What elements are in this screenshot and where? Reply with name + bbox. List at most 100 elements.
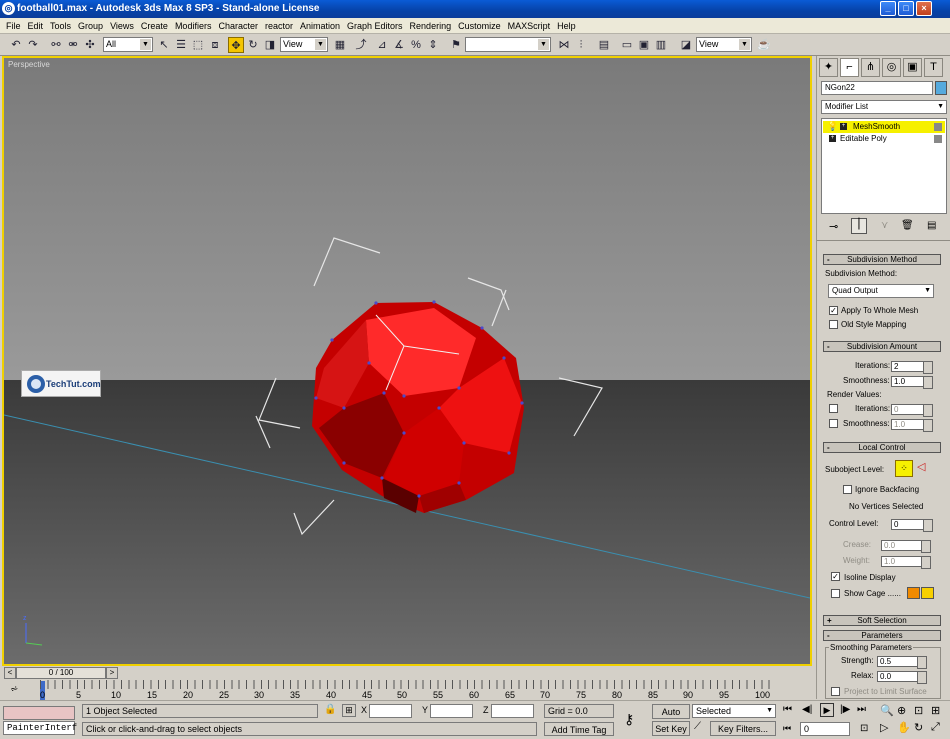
render-scene-icon[interactable]: ◪ xyxy=(678,37,694,53)
control-level-spinner[interactable]: 0 xyxy=(891,519,933,532)
subdivision-method-dropdown[interactable]: Quad Output ▼ xyxy=(828,284,934,298)
edge-subobject-icon[interactable]: ◁ xyxy=(917,460,925,473)
show-cage-checkbox[interactable] xyxy=(831,589,840,598)
time-configuration-icon[interactable]: ⊡ xyxy=(860,723,868,734)
parameters-rollout[interactable]: - Parameters xyxy=(823,630,941,641)
track-bar[interactable]: ⩫ 0 5 10 15 20 25 30 35 40 45 50 55 60 6… xyxy=(0,680,816,702)
key-mode-toggle-icon[interactable]: ⏮ xyxy=(783,723,791,734)
ignore-backfacing-checkbox[interactable] xyxy=(843,485,852,494)
remove-modifier-icon[interactable]: 🗑 xyxy=(901,220,914,231)
select-and-rotate-icon[interactable]: ↻ xyxy=(245,37,261,53)
render-smoothness-checkbox[interactable] xyxy=(829,419,838,428)
render-smoothness-spinner[interactable]: 1.0 xyxy=(891,419,933,432)
spinner-snap-icon[interactable]: ⇕ xyxy=(425,37,441,53)
relax-spinner[interactable]: 0.0 xyxy=(877,671,927,684)
menu-group[interactable]: Group xyxy=(78,21,103,31)
perspective-viewport[interactable]: z Perspective TechTut.com xyxy=(2,56,812,666)
soft-selection-rollout[interactable]: + Soft Selection xyxy=(823,615,941,626)
zoom-all-icon[interactable]: ⊕ xyxy=(897,704,906,717)
set-key-button[interactable]: Set Key xyxy=(652,721,690,736)
render-iterations-spinner[interactable]: 0 xyxy=(891,404,933,417)
mirror-icon[interactable]: ⋈ xyxy=(556,37,572,53)
auto-key-button[interactable]: Auto Key xyxy=(652,704,690,731)
local-control-rollout[interactable]: - Local Control xyxy=(823,442,941,453)
key-filters-button[interactable]: Key Filters... xyxy=(710,721,776,736)
go-to-end-icon[interactable]: ⏭ xyxy=(857,704,866,715)
subdivision-amount-rollout[interactable]: - Subdivision Amount xyxy=(823,341,941,352)
zoom-extents-all-icon[interactable]: ⊞ xyxy=(931,704,940,717)
menu-animation[interactable]: Animation xyxy=(300,21,340,31)
render-type-dropdown[interactable]: View ▼ xyxy=(696,37,752,52)
maxscript-listener-mini[interactable] xyxy=(3,706,75,720)
maxscript-mini-listener[interactable]: PainterInterf xyxy=(3,721,77,735)
pivot-center-icon[interactable]: ▦ xyxy=(332,37,348,53)
set-key-mode-icon[interactable]: ⚷ xyxy=(624,711,634,728)
minimize-button[interactable]: _ xyxy=(880,1,896,16)
motion-tab-icon[interactable]: ◎ xyxy=(882,58,901,77)
smoothness-spinner[interactable]: 1.0 xyxy=(891,376,933,389)
undo-icon[interactable]: ↶ xyxy=(8,37,24,53)
z-coordinate-field[interactable] xyxy=(491,704,534,718)
menu-rendering[interactable]: Rendering xyxy=(410,21,452,31)
key-tangent-icon[interactable]: ⟋ xyxy=(694,721,701,732)
go-to-start-icon[interactable]: ⏮ xyxy=(783,704,792,715)
stack-item-meshsmooth[interactable]: 💡 + MeshSmooth xyxy=(823,121,945,133)
apply-whole-mesh-checkbox[interactable]: ✓ xyxy=(829,306,838,315)
pan-icon[interactable]: ✋ xyxy=(897,721,911,734)
menu-help[interactable]: Help xyxy=(557,21,576,31)
play-icon[interactable]: ▶ xyxy=(820,703,834,717)
reference-coord-dropdown[interactable]: View ▼ xyxy=(280,37,328,52)
angle-snap-icon[interactable]: ∡ xyxy=(391,37,407,53)
window-crossing-icon[interactable]: ⧈ xyxy=(207,37,223,53)
hierarchy-tab-icon[interactable]: ⋔ xyxy=(861,58,880,77)
align-icon[interactable]: ⫶ xyxy=(573,37,589,53)
rectangular-selection-icon[interactable]: ⬚ xyxy=(190,37,206,53)
display-tab-icon[interactable]: ▣ xyxy=(903,58,922,77)
show-end-result-icon[interactable]: ⎮ xyxy=(851,218,867,234)
object-name-field[interactable]: NGon22 xyxy=(821,81,933,95)
mini-curve-editor-icon[interactable]: ⩫ xyxy=(10,684,18,695)
quick-render-icon[interactable]: ☕ xyxy=(756,37,772,53)
configure-modifier-sets-icon[interactable]: ▤ xyxy=(927,220,936,231)
key-mode-dropdown[interactable]: Selected ▼ xyxy=(692,704,776,718)
zoom-extents-icon[interactable]: ⊡ xyxy=(914,704,923,717)
menu-character[interactable]: Character xyxy=(218,21,258,31)
isoline-display-checkbox[interactable]: ✓ xyxy=(831,572,840,581)
select-by-name-icon[interactable]: ☰ xyxy=(173,37,189,53)
expand-icon[interactable]: + xyxy=(829,135,836,142)
cage-color-swatch-2[interactable] xyxy=(921,587,934,599)
menu-create[interactable]: Create xyxy=(141,21,168,31)
pin-stack-icon[interactable]: ⊸ xyxy=(829,220,838,233)
unlink-icon[interactable]: ⚮ xyxy=(65,37,81,53)
crease-spinner[interactable]: 0.0 xyxy=(881,540,931,553)
current-frame-field[interactable]: 0 xyxy=(800,722,850,736)
make-unique-icon[interactable]: ⋎ xyxy=(881,220,888,231)
vertex-subobject-icon[interactable]: ⁘ xyxy=(895,460,913,477)
modify-tab-icon[interactable]: ⌐ xyxy=(840,58,859,77)
y-coordinate-field[interactable] xyxy=(430,704,473,718)
absolute-mode-icon[interactable]: ⊞ xyxy=(342,704,356,717)
select-and-manipulate-icon[interactable]: ⤴ xyxy=(353,37,369,53)
field-of-view-icon[interactable]: ▷ xyxy=(880,721,888,734)
maximize-viewport-icon[interactable]: ⤢ xyxy=(931,721,940,734)
menu-tools[interactable]: Tools xyxy=(50,21,71,31)
add-time-tag-button[interactable]: Add Time Tag xyxy=(544,722,614,736)
modifier-list-dropdown[interactable]: Modifier List ▼ xyxy=(821,100,947,114)
snap-toggle-icon[interactable]: ⊿ xyxy=(374,37,390,53)
zoom-icon[interactable]: 🔍 xyxy=(880,704,894,717)
menu-graph-editors[interactable]: Graph Editors xyxy=(347,21,403,31)
time-slider-prev-icon[interactable]: < xyxy=(4,667,16,679)
schematic-view-icon[interactable]: ▣ xyxy=(636,37,652,53)
maximize-button[interactable]: □ xyxy=(898,1,914,16)
utilities-tab-icon[interactable]: T xyxy=(924,58,943,77)
x-coordinate-field[interactable] xyxy=(369,704,412,718)
stack-item-editable-poly[interactable]: + Editable Poly xyxy=(823,133,945,145)
3ds-max-icon[interactable]: ◎ xyxy=(2,2,15,15)
percent-snap-icon[interactable]: % xyxy=(408,37,424,53)
named-selection-dropdown[interactable]: ▼ xyxy=(465,37,551,52)
expand-icon[interactable]: + xyxy=(840,123,847,130)
selection-filter-dropdown[interactable]: All ▼ xyxy=(103,37,153,52)
viewport-label[interactable]: Perspective xyxy=(8,60,50,69)
select-object-icon[interactable]: ↖ xyxy=(156,37,172,53)
close-button[interactable]: × xyxy=(916,1,932,16)
